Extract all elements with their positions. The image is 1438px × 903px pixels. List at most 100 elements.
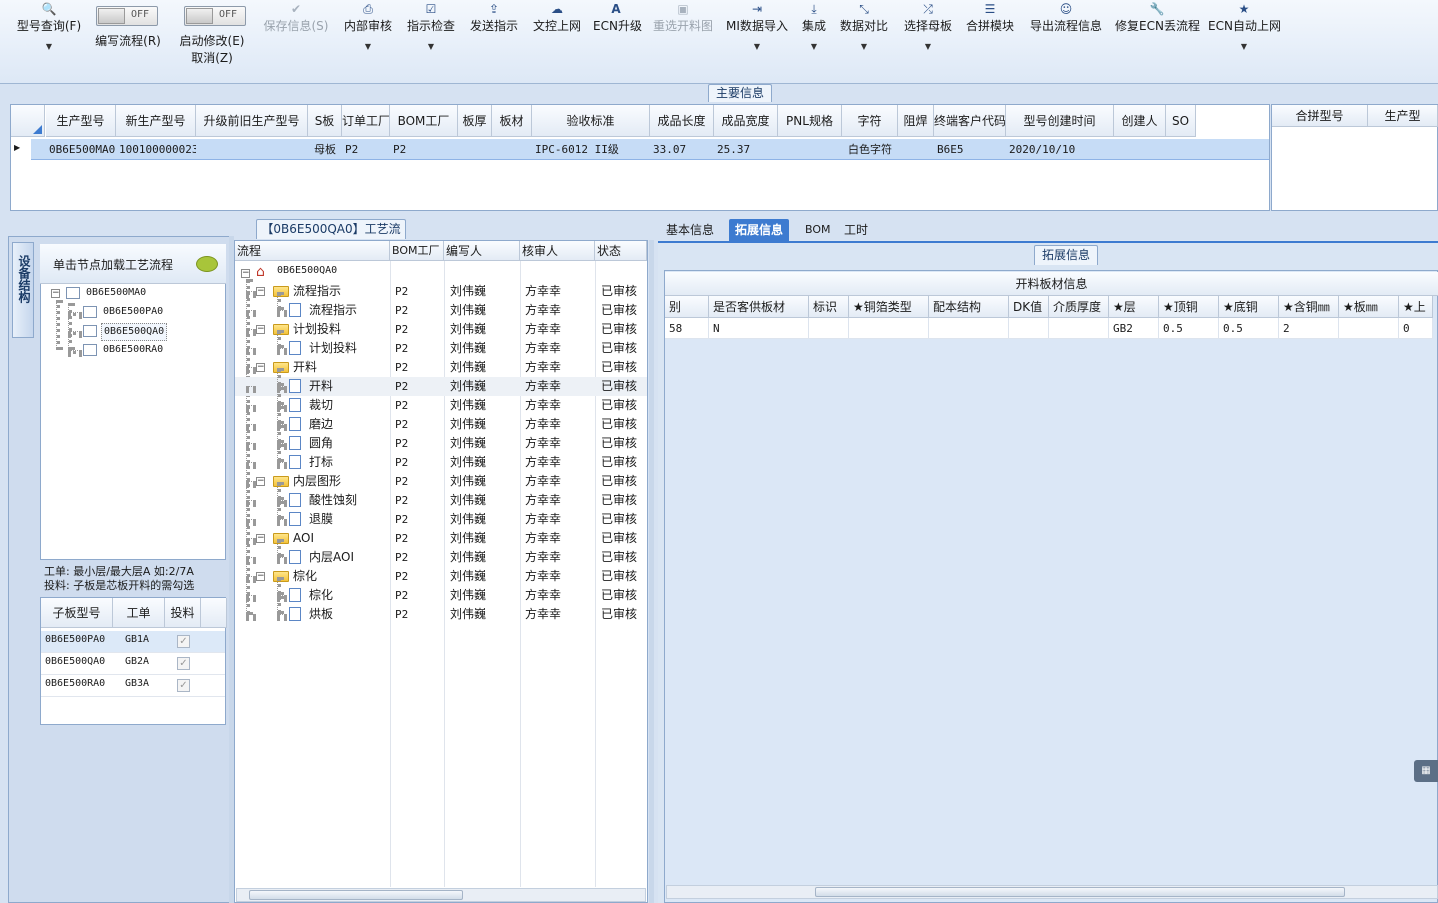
process-row[interactable]: 裁切 P2 刘伟巍 方幸幸 已审核	[235, 387, 647, 415]
collapse-handle-icon[interactable]: ▦	[1414, 760, 1438, 782]
collapse-icon[interactable]: −	[256, 325, 265, 334]
process-row[interactable]: − 计划投料 P2 刘伟巍 方幸幸 已审核	[235, 320, 647, 339]
ext-cell[interactable]: 0	[1399, 318, 1433, 339]
collapse-icon[interactable]: −	[256, 363, 265, 372]
process-row[interactable]: 开料 P2 刘伟巍 方幸幸 已审核	[235, 368, 647, 396]
mi-data-import-button[interactable]: ⇥ MI数据导入 ▼	[725, 0, 789, 54]
document-icon	[289, 607, 301, 621]
ext-cell[interactable]	[809, 318, 849, 339]
table-row[interactable]: 0B6E500PA0 GB1A ✓	[41, 631, 225, 653]
start-edit-toggle[interactable]: OFF	[184, 6, 246, 26]
tab-extended-info-active[interactable]: 拓展信息	[729, 219, 790, 241]
data-compare-button[interactable]: ⤡ 数据对比 ▼	[838, 0, 890, 54]
ext-info-title: 拓展信息	[1034, 245, 1098, 265]
collapse-icon[interactable]: −	[256, 287, 265, 296]
ext-cell[interactable]: 0.5	[1219, 318, 1279, 339]
process-row[interactable]: 烘板 P2 刘伟巍 方幸幸 已审核	[235, 596, 647, 624]
tree-node-root[interactable]: 0B6E500MA0	[86, 285, 146, 301]
process-row[interactable]: − AOI P2 刘伟巍 方幸幸 已审核	[235, 529, 647, 548]
process-row[interactable]: − 棕化 P2 刘伟巍 方幸幸 已审核	[235, 567, 647, 586]
tab-device-structure[interactable]: 设备结构	[12, 242, 34, 338]
ext-col-header: ★层	[1109, 296, 1159, 318]
collapse-icon[interactable]: −	[51, 289, 60, 298]
save-info-button[interactable]: ✔ 保存信息(S)	[260, 0, 332, 34]
write-flow-label: 编写流程(R)	[95, 34, 161, 48]
process-row[interactable]: − 开料 P2 刘伟巍 方幸幸 已审核	[235, 358, 647, 377]
tree-checkbox[interactable]	[83, 325, 97, 337]
collapse-icon[interactable]: −	[256, 477, 265, 486]
write-flow-toggle[interactable]: OFF	[96, 6, 158, 26]
feed-checkbox[interactable]: ✓	[177, 635, 190, 648]
export-flow-info-button[interactable]: ☺ 导出流程信息	[1027, 0, 1105, 34]
process-row[interactable]: 流程指示 P2 刘伟巍 方幸幸 已审核	[235, 292, 647, 320]
ext-cell[interactable]: 58	[665, 318, 709, 339]
tab-bom[interactable]: BOM	[799, 219, 837, 241]
comment-icon[interactable]	[196, 256, 218, 272]
process-row[interactable]: − 流程指示 P2 刘伟巍 方幸幸 已审核	[235, 282, 647, 301]
collapse-icon[interactable]: −	[256, 534, 265, 543]
splitter[interactable]	[649, 240, 654, 903]
process-row[interactable]: 酸性蚀刻 P2 刘伟巍 方幸幸 已审核	[235, 482, 647, 510]
ext-cell[interactable]	[1339, 318, 1399, 339]
tree-checkbox[interactable]	[83, 344, 97, 356]
integrate-button[interactable]: ⤓ 集成 ▼	[798, 0, 830, 54]
node-tree-header: 单击节点加载工艺流程	[40, 244, 226, 284]
select-mother-board-button[interactable]: ⤮ 选择母板 ▼	[902, 0, 954, 54]
feed-checkbox[interactable]: ✓	[177, 679, 190, 692]
horizontal-scrollbar[interactable]	[236, 888, 646, 902]
process-row[interactable]: 内层AOI P2 刘伟巍 方幸幸 已审核	[235, 539, 647, 567]
tree-node-child[interactable]: 0B6E500RA0	[103, 342, 163, 358]
shuffle-icon: ⤮	[923, 2, 933, 16]
ext-cell[interactable]	[929, 318, 1009, 339]
folder-icon	[273, 286, 289, 297]
tree-node-child-selected[interactable]: 0B6E500QA0	[101, 323, 168, 341]
model-query-button[interactable]: 🔍 型号查询(F) ▼	[14, 0, 84, 54]
process-row[interactable]: 圆角 P2 刘伟巍 方幸幸 已审核	[235, 425, 647, 453]
ext-cell[interactable]	[1009, 318, 1049, 339]
doc-control-online-button[interactable]: ☁ 文控上网	[531, 0, 583, 34]
ext-cell[interactable]: N	[709, 318, 809, 339]
table-row[interactable]: 0B6E500RA0 GB3A ✓	[41, 675, 225, 697]
process-row[interactable]: 计划投料 P2 刘伟巍 方幸幸 已审核	[235, 330, 647, 358]
col-writer: 编写人	[444, 241, 520, 261]
chevron-down-icon: ▼	[1240, 42, 1248, 51]
main-col-header: 板厚	[458, 105, 492, 137]
internal-review-button[interactable]: ⎙ 内部审核 ▼	[342, 0, 394, 54]
col-reviewer: 核审人	[520, 241, 595, 261]
ext-col-header: ★铜箔类型	[849, 296, 929, 318]
ext-cell[interactable]	[1049, 318, 1109, 339]
instruction-check-button[interactable]: ☑ 指示检查 ▼	[405, 0, 457, 54]
table-row[interactable]: 0B6E500QA0 GB2A ✓	[41, 653, 225, 675]
ext-cell[interactable]: 2	[1279, 318, 1339, 339]
process-row[interactable]: 棕化 P2 刘伟巍 方幸幸 已审核	[235, 577, 647, 605]
collapse-icon[interactable]: −	[256, 572, 265, 581]
main-cell: P2	[393, 143, 407, 156]
send-instruction-button[interactable]: ⇪ 发送指示	[468, 0, 520, 34]
horizontal-scrollbar[interactable]	[666, 885, 1438, 899]
merge-module-button[interactable]: ☰ 合拼模块	[964, 0, 1016, 34]
tree-node-child[interactable]: 0B6E500PA0	[103, 304, 163, 320]
tree-checkbox[interactable]	[83, 306, 97, 318]
process-row[interactable]: − 内层图形 P2 刘伟巍 方幸幸 已审核	[235, 472, 647, 491]
feed-checkbox[interactable]: ✓	[177, 657, 190, 670]
tree-checkbox[interactable]	[66, 287, 80, 299]
process-row[interactable]: 磨边 P2 刘伟巍 方幸幸 已审核	[235, 406, 647, 434]
ext-col-header: ★板㎜	[1339, 296, 1399, 318]
fix-ecn-lost-flow-button[interactable]: 🔧 修复ECN丢流程	[1115, 0, 1200, 34]
process-root[interactable]: 0B6E500QA0	[277, 265, 337, 276]
ecn-upgrade-button[interactable]: A ECN升级	[593, 0, 642, 34]
merge-model-grid: 合拼型号 生产型	[1271, 104, 1438, 211]
row-pointer-icon: ▶	[14, 143, 21, 152]
tab-basic-info[interactable]: 基本信息	[660, 219, 720, 241]
collapse-icon[interactable]: −	[241, 269, 250, 278]
process-row[interactable]: 打标 P2 刘伟巍 方幸幸 已审核	[235, 444, 647, 472]
reselect-cut-drawing-button[interactable]: ▣ 重选开料图	[651, 0, 715, 34]
ext-cell[interactable]: 0.5	[1159, 318, 1219, 339]
ext-cell[interactable]: GB2	[1109, 318, 1159, 339]
tab-work-hours[interactable]: 工时	[838, 219, 874, 241]
ecn-auto-online-button[interactable]: ★ ECN自动上网 ▼	[1208, 0, 1281, 54]
cancel-edit-button[interactable]: 取消(Z)	[172, 50, 252, 66]
cloud-icon: ☁	[551, 2, 563, 16]
process-row[interactable]: 退膜 P2 刘伟巍 方幸幸 已审核	[235, 501, 647, 529]
ext-cell[interactable]	[849, 318, 929, 339]
